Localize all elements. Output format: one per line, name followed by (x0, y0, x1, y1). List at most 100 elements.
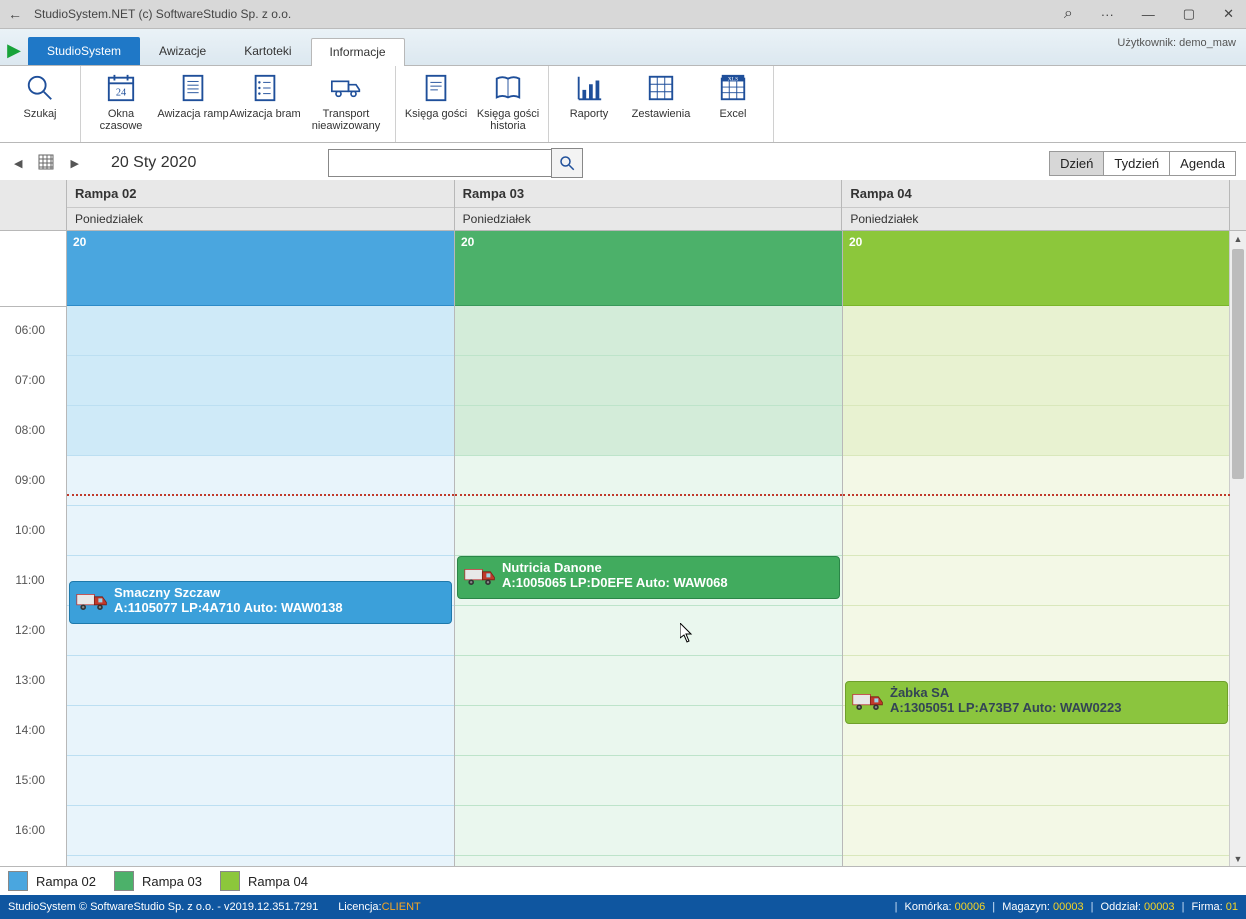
scroll-thumb[interactable] (1232, 249, 1244, 479)
calendar-event[interactable]: Smaczny SzczawA:1105077 LP:4A710 Auto: W… (69, 581, 452, 624)
time-label: 15:00 (0, 773, 60, 787)
time-slot[interactable] (843, 556, 1230, 606)
time-label: 13:00 (0, 673, 60, 687)
prev-arrow-icon[interactable]: ◀ (10, 155, 26, 172)
time-label: 14:00 (0, 723, 60, 737)
tab-kartoteki[interactable]: Kartoteki (225, 37, 310, 65)
toolbar-zestawienia[interactable]: Zestawienia (625, 72, 697, 120)
back-icon[interactable]: ← (0, 6, 30, 22)
time-slot[interactable] (67, 456, 454, 506)
time-slot[interactable] (67, 406, 454, 456)
allday-cell[interactable]: 20 (843, 231, 1230, 306)
time-slot[interactable] (843, 756, 1230, 806)
column-ramp-name: Rampa 02 (67, 180, 454, 208)
tabbar: ▶ StudioSystemAwizacjeKartotekiInformacj… (0, 29, 1246, 66)
time-slot[interactable] (843, 406, 1230, 456)
toolbar-group: 24Okna czasoweAwizacja rampAwizacja bram… (81, 66, 396, 142)
view-agenda[interactable]: Agenda (1169, 151, 1236, 176)
time-slot[interactable] (67, 306, 454, 356)
more-icon[interactable]: ··· (1101, 7, 1114, 22)
now-line (843, 494, 1230, 496)
time-slot[interactable] (455, 306, 842, 356)
tab-informacje[interactable]: Informacje (311, 38, 405, 66)
toolbar-excel[interactable]: XLSExcel (697, 72, 769, 120)
truck-icon (852, 692, 884, 712)
time-slot[interactable] (67, 656, 454, 706)
close-icon[interactable]: ✕ (1223, 6, 1234, 22)
chart-icon (553, 72, 625, 104)
time-slot[interactable] (67, 806, 454, 856)
view-tydzień[interactable]: Tydzień (1103, 151, 1170, 176)
date-grid-icon[interactable] (38, 154, 54, 173)
calendar-column[interactable]: 20 Żabka SAA:1305051 LP:A73B7 Auto: WAW02… (843, 231, 1230, 867)
time-slot[interactable] (843, 606, 1230, 656)
toolbar-szukaj[interactable]: Szukaj (4, 72, 76, 120)
toolbar-awizacja-bram[interactable]: Awizacja bram (229, 72, 301, 120)
calendar-event[interactable]: Żabka SAA:1305051 LP:A73B7 Auto: WAW0223 (845, 681, 1228, 724)
time-label: 08:00 (0, 423, 60, 437)
user-label: Użytkownik: demo_maw (1117, 37, 1236, 49)
time-slot[interactable] (455, 656, 842, 706)
calendar-body[interactable]: 06:0007:0008:0009:0010:0011:0012:0013:00… (0, 231, 1246, 867)
time-slot[interactable] (455, 756, 842, 806)
time-label: 16:00 (0, 823, 60, 837)
calendar-event[interactable]: Nutricia DanoneA:1005065 LP:D0EFE Auto: … (457, 556, 840, 599)
play-icon[interactable]: ▶ (0, 40, 28, 65)
time-slot[interactable] (67, 356, 454, 406)
event-subtitle: A:1005065 LP:D0EFE Auto: WAW068 (502, 575, 833, 590)
time-slot[interactable] (455, 606, 842, 656)
toolbar-okna-czasowe[interactable]: 24Okna czasowe (85, 72, 157, 132)
tab-studiosystem[interactable]: StudioSystem (28, 37, 140, 65)
toolbar-label: Szukaj (4, 108, 76, 120)
scroll-up-icon[interactable]: ▲ (1230, 231, 1246, 247)
minimize-icon[interactable]: — (1142, 7, 1155, 22)
toolbar-label: Transport nieawizowany (301, 108, 391, 132)
tab-awizacje[interactable]: Awizacje (140, 37, 225, 65)
toolbar-awizacja-ramp[interactable]: Awizacja ramp (157, 72, 229, 120)
column-head-rampa-02: Rampa 02Poniedziałek (67, 180, 455, 230)
maximize-icon[interactable]: ▢ (1183, 6, 1195, 22)
toolbar-label: Awizacja bram (229, 108, 301, 120)
toolbar-raporty[interactable]: Raporty (553, 72, 625, 120)
toolbar-transport-nieawizowany[interactable]: Transport nieawizowany (301, 72, 391, 132)
datebar: ◀ ▶ 20 Sty 2020 DzieńTydzieńAgenda (0, 143, 1246, 184)
legend: Rampa 02Rampa 03Rampa 04 (0, 866, 1246, 895)
time-slot[interactable] (455, 506, 842, 556)
next-arrow-icon[interactable]: ▶ (66, 155, 82, 172)
calendar-column[interactable]: 20 Smaczny SzczawA:1105077 LP:4A710 Auto:… (67, 231, 455, 867)
now-line (67, 494, 454, 496)
truck-icon (464, 567, 496, 587)
time-slot[interactable] (843, 806, 1230, 856)
view-dzień[interactable]: Dzień (1049, 151, 1104, 176)
calendar-column[interactable]: 20 Nutricia DanoneA:1005065 LP:D0EFE Auto… (455, 231, 843, 867)
status-bar: StudioSystem © SoftwareStudio Sp. z o.o.… (0, 895, 1246, 919)
legend-swatch (8, 871, 28, 891)
time-slot[interactable] (843, 506, 1230, 556)
legend-swatch (220, 871, 240, 891)
app-title: StudioSystem.NET (c) SoftwareStudio Sp. … (30, 7, 1064, 21)
time-slot[interactable] (67, 706, 454, 756)
scroll-down-icon[interactable]: ▼ (1230, 851, 1246, 867)
time-slot[interactable] (843, 356, 1230, 406)
toolbar-label: Awizacja ramp (157, 108, 229, 120)
toolbar-ksi-ga-go-ci-historia[interactable]: Księga gości historia (472, 72, 544, 132)
time-slot[interactable] (455, 806, 842, 856)
time-slot[interactable] (455, 706, 842, 756)
search-button[interactable] (551, 148, 583, 178)
time-slot[interactable] (67, 506, 454, 556)
time-slot[interactable] (843, 456, 1230, 506)
time-slot[interactable] (843, 306, 1230, 356)
allday-cell[interactable]: 20 (67, 231, 454, 306)
toolbar-ksi-ga-go-ci[interactable]: Księga gości (400, 72, 472, 120)
titlebar: ← StudioSystem.NET (c) SoftwareStudio Sp… (0, 0, 1246, 29)
time-slot[interactable] (67, 756, 454, 806)
column-day-name: Poniedziałek (67, 208, 454, 230)
allday-cell[interactable]: 20 (455, 231, 842, 306)
time-slot[interactable] (455, 456, 842, 506)
vertical-scrollbar[interactable]: ▲ ▼ (1229, 231, 1246, 867)
time-slot[interactable] (455, 406, 842, 456)
time-slot[interactable] (455, 356, 842, 406)
toolbar-label: Zestawienia (625, 108, 697, 120)
search-icon[interactable]: ⌕ (1064, 5, 1073, 23)
search-input[interactable] (328, 149, 551, 177)
